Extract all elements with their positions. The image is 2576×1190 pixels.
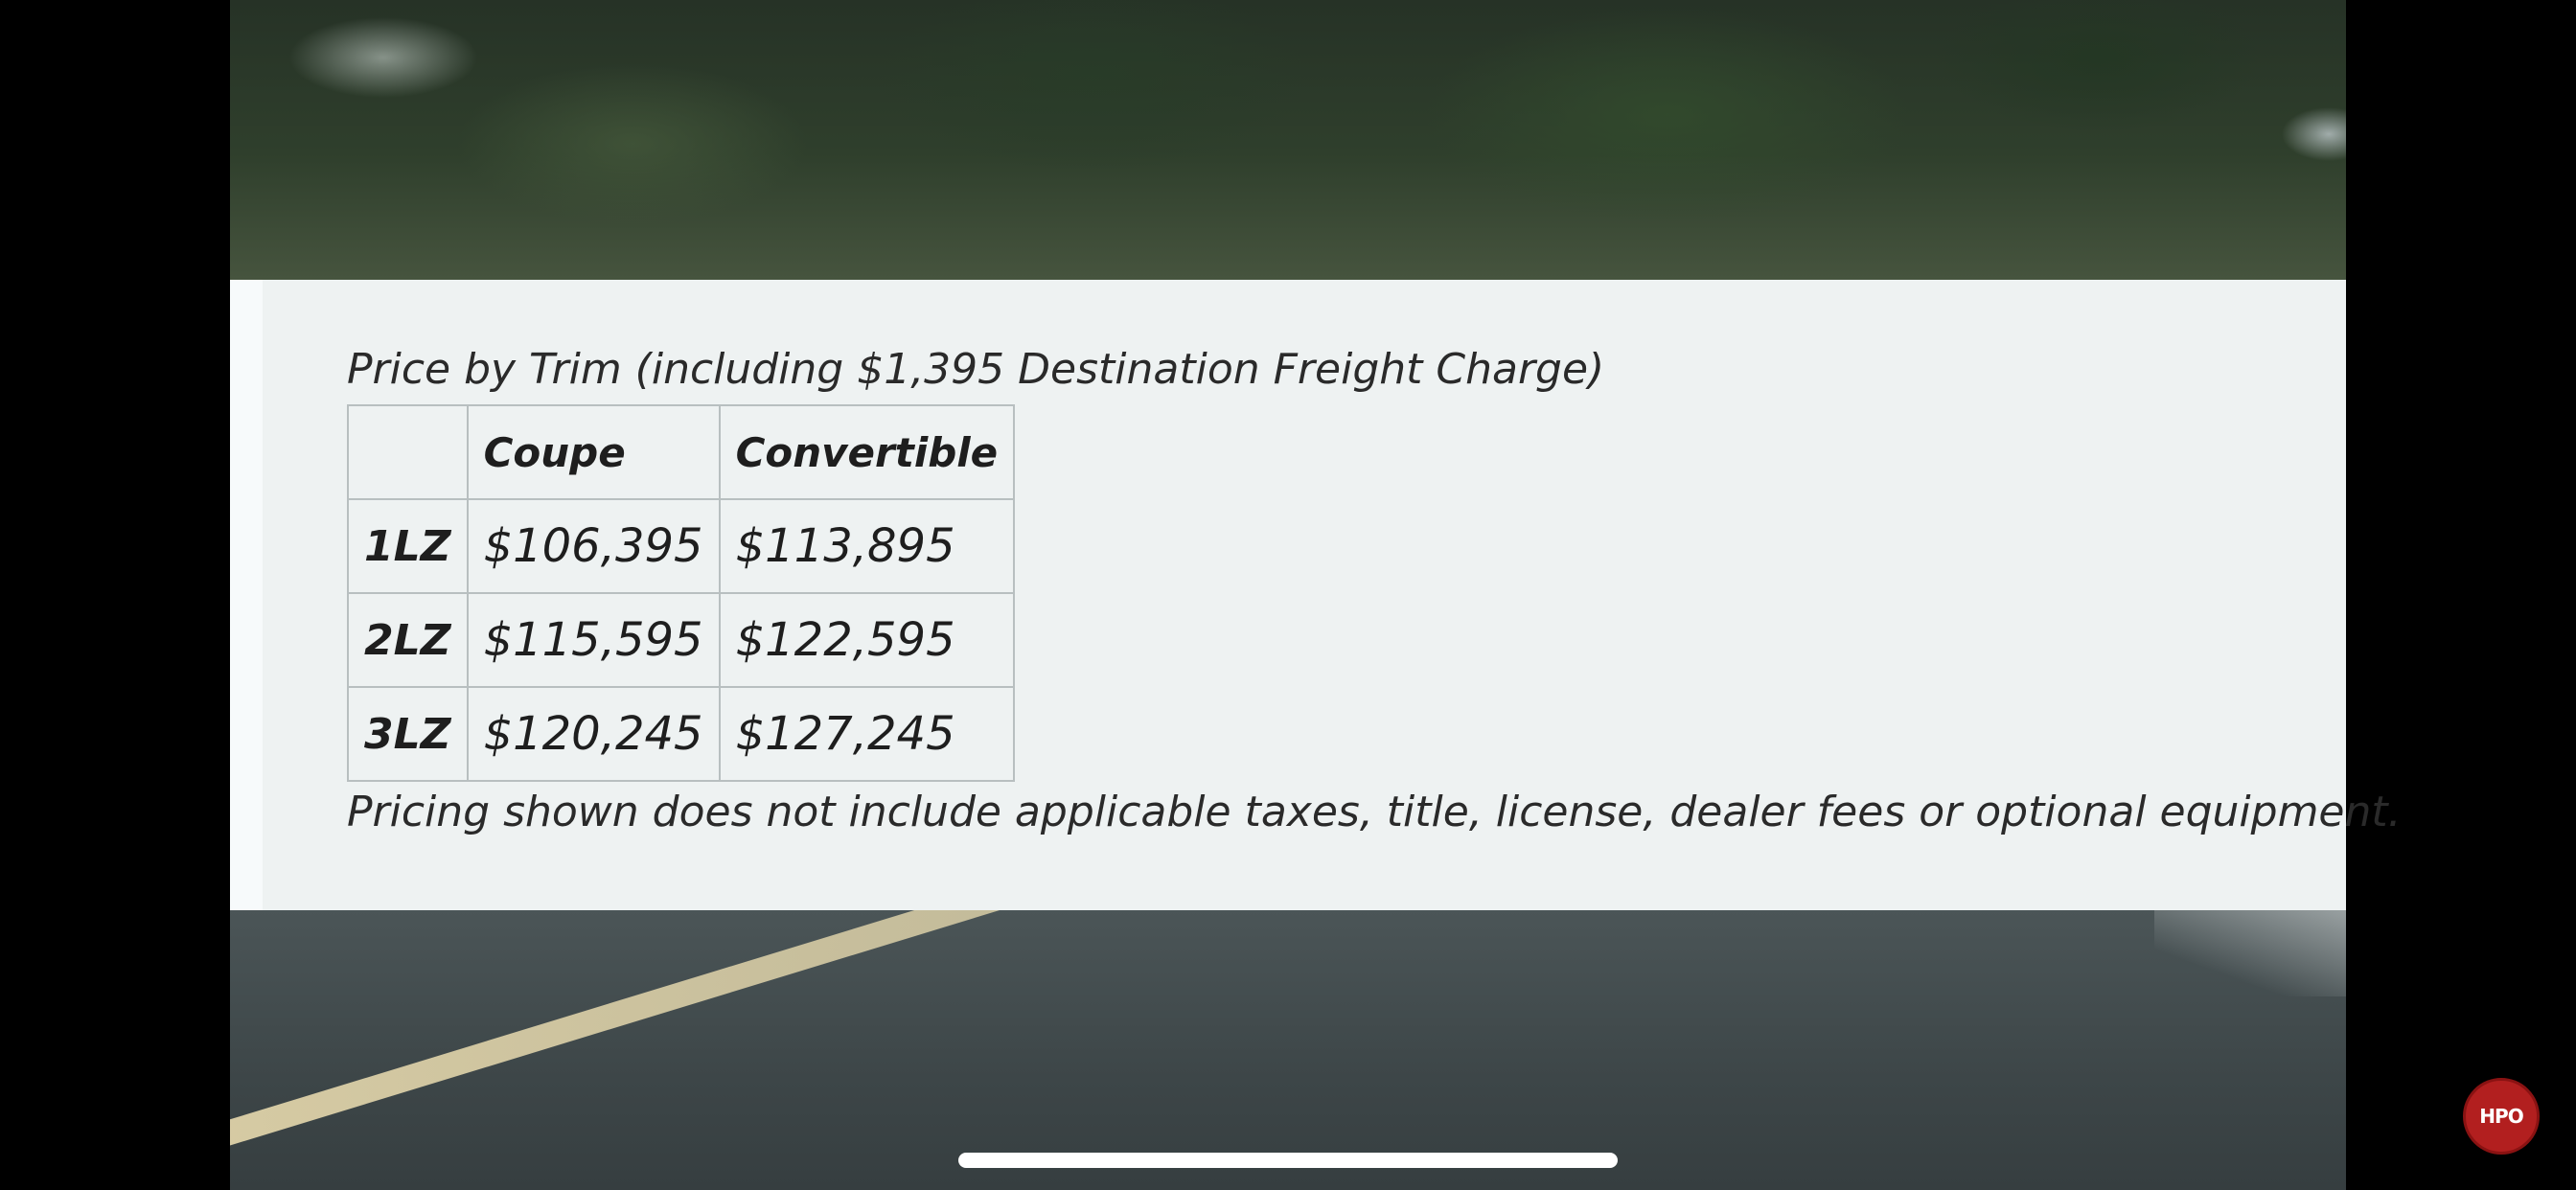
- video-player[interactable]: Price by Trim (including $1,395 Destinat…: [0, 0, 2576, 1190]
- table-row: 1LZ $106,395 $113,895: [347, 498, 1016, 594]
- table-header-row: Coupe Convertible: [347, 404, 1016, 500]
- coupe-price: $106,395: [466, 498, 721, 594]
- background-road-image: [230, 910, 2346, 1190]
- convertible-price: $127,245: [718, 686, 1016, 782]
- coupe-price: $115,595: [466, 592, 721, 688]
- road-edge: [2154, 910, 2346, 996]
- table-row: 2LZ $115,595 $122,595: [347, 592, 1016, 688]
- coupe-price: $120,245: [466, 686, 721, 782]
- price-caption: Price by Trim (including $1,395 Destinat…: [347, 345, 1605, 394]
- header-convertible: Convertible: [718, 404, 1016, 500]
- price-table: Coupe Convertible 1LZ $106,395 $113,895 …: [347, 404, 1016, 782]
- convertible-price: $122,595: [718, 592, 1016, 688]
- channel-logo-icon[interactable]: HPO: [2463, 1078, 2540, 1155]
- channel-logo-text: HPO: [2479, 1105, 2523, 1128]
- header-coupe: Coupe: [466, 404, 721, 500]
- trim-label: 3LZ: [347, 686, 469, 782]
- convertible-price: $113,895: [718, 498, 1016, 594]
- trim-label: 1LZ: [347, 498, 469, 594]
- pricing-footnote: Pricing shown does not include applicabl…: [347, 788, 2402, 836]
- background-trees-image: [230, 0, 2346, 280]
- lane-marking: [230, 910, 1406, 1179]
- home-indicator[interactable]: [958, 1153, 1618, 1168]
- header-empty: [347, 404, 469, 500]
- price-slide: Price by Trim (including $1,395 Destinat…: [230, 280, 2402, 910]
- trim-label: 2LZ: [347, 592, 469, 688]
- table-row: 3LZ $120,245 $127,245: [347, 686, 1016, 782]
- slide-edge: [230, 280, 263, 910]
